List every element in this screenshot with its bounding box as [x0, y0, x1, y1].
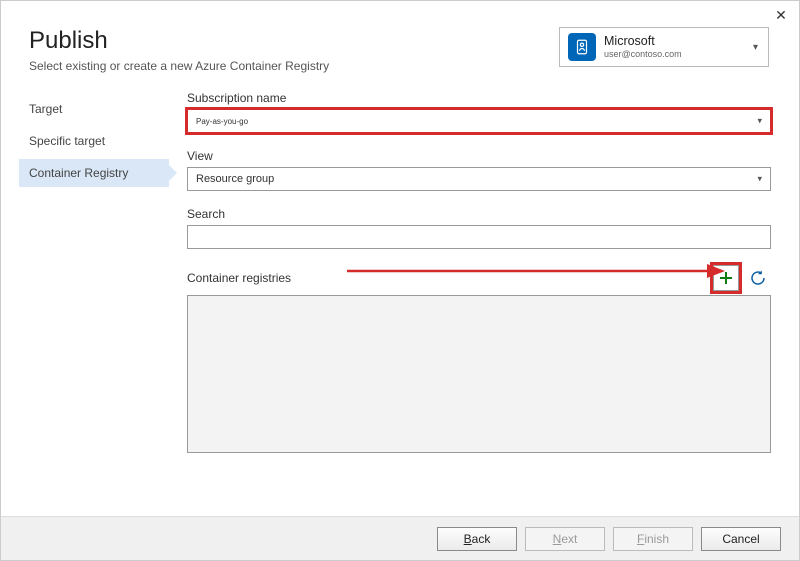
wizard-footer: Back Next Finish Cancel	[1, 516, 799, 560]
create-new-registry-button[interactable]	[713, 265, 739, 291]
subscription-dropdown[interactable]: Pay-as-you-go ▾	[187, 109, 771, 133]
account-selector[interactable]: Microsoft user@contoso.com ▾	[559, 27, 769, 67]
view-dropdown[interactable]: Resource group ▾	[187, 167, 771, 191]
chevron-down-icon: ▾	[757, 174, 762, 185]
nav-item-specific-target[interactable]: Specific target	[19, 127, 169, 155]
view-value: Resource group	[196, 173, 274, 185]
registries-label: Container registries	[187, 271, 291, 285]
registries-list[interactable]	[187, 295, 771, 453]
plus-icon	[718, 270, 734, 286]
view-label: View	[187, 149, 771, 163]
close-icon[interactable]: ✕	[773, 7, 789, 23]
refresh-icon	[749, 269, 767, 287]
account-info: Microsoft user@contoso.com	[604, 34, 751, 60]
next-button: Next	[525, 527, 605, 551]
subscription-value: Pay-as-you-go	[196, 117, 248, 126]
subscription-label: Subscription name	[187, 91, 771, 105]
refresh-button[interactable]	[745, 265, 771, 291]
search-input[interactable]	[187, 225, 771, 249]
account-name: Microsoft	[604, 34, 751, 49]
account-email: user@contoso.com	[604, 49, 751, 60]
chevron-down-icon: ▾	[757, 116, 762, 127]
finish-button: Finish	[613, 527, 693, 551]
nav-item-label: Specific target	[29, 134, 105, 148]
nav-item-target[interactable]: Target	[19, 95, 169, 123]
wizard-nav: Target Specific target Container Registr…	[19, 91, 169, 453]
nav-item-label: Container Registry	[29, 166, 128, 180]
account-badge-icon	[568, 33, 596, 61]
back-button[interactable]: Back	[437, 527, 517, 551]
cancel-button[interactable]: Cancel	[701, 527, 781, 551]
nav-item-container-registry[interactable]: Container Registry	[19, 159, 169, 187]
search-label: Search	[187, 207, 771, 221]
nav-item-label: Target	[29, 102, 62, 116]
chevron-down-icon: ▾	[751, 42, 760, 53]
